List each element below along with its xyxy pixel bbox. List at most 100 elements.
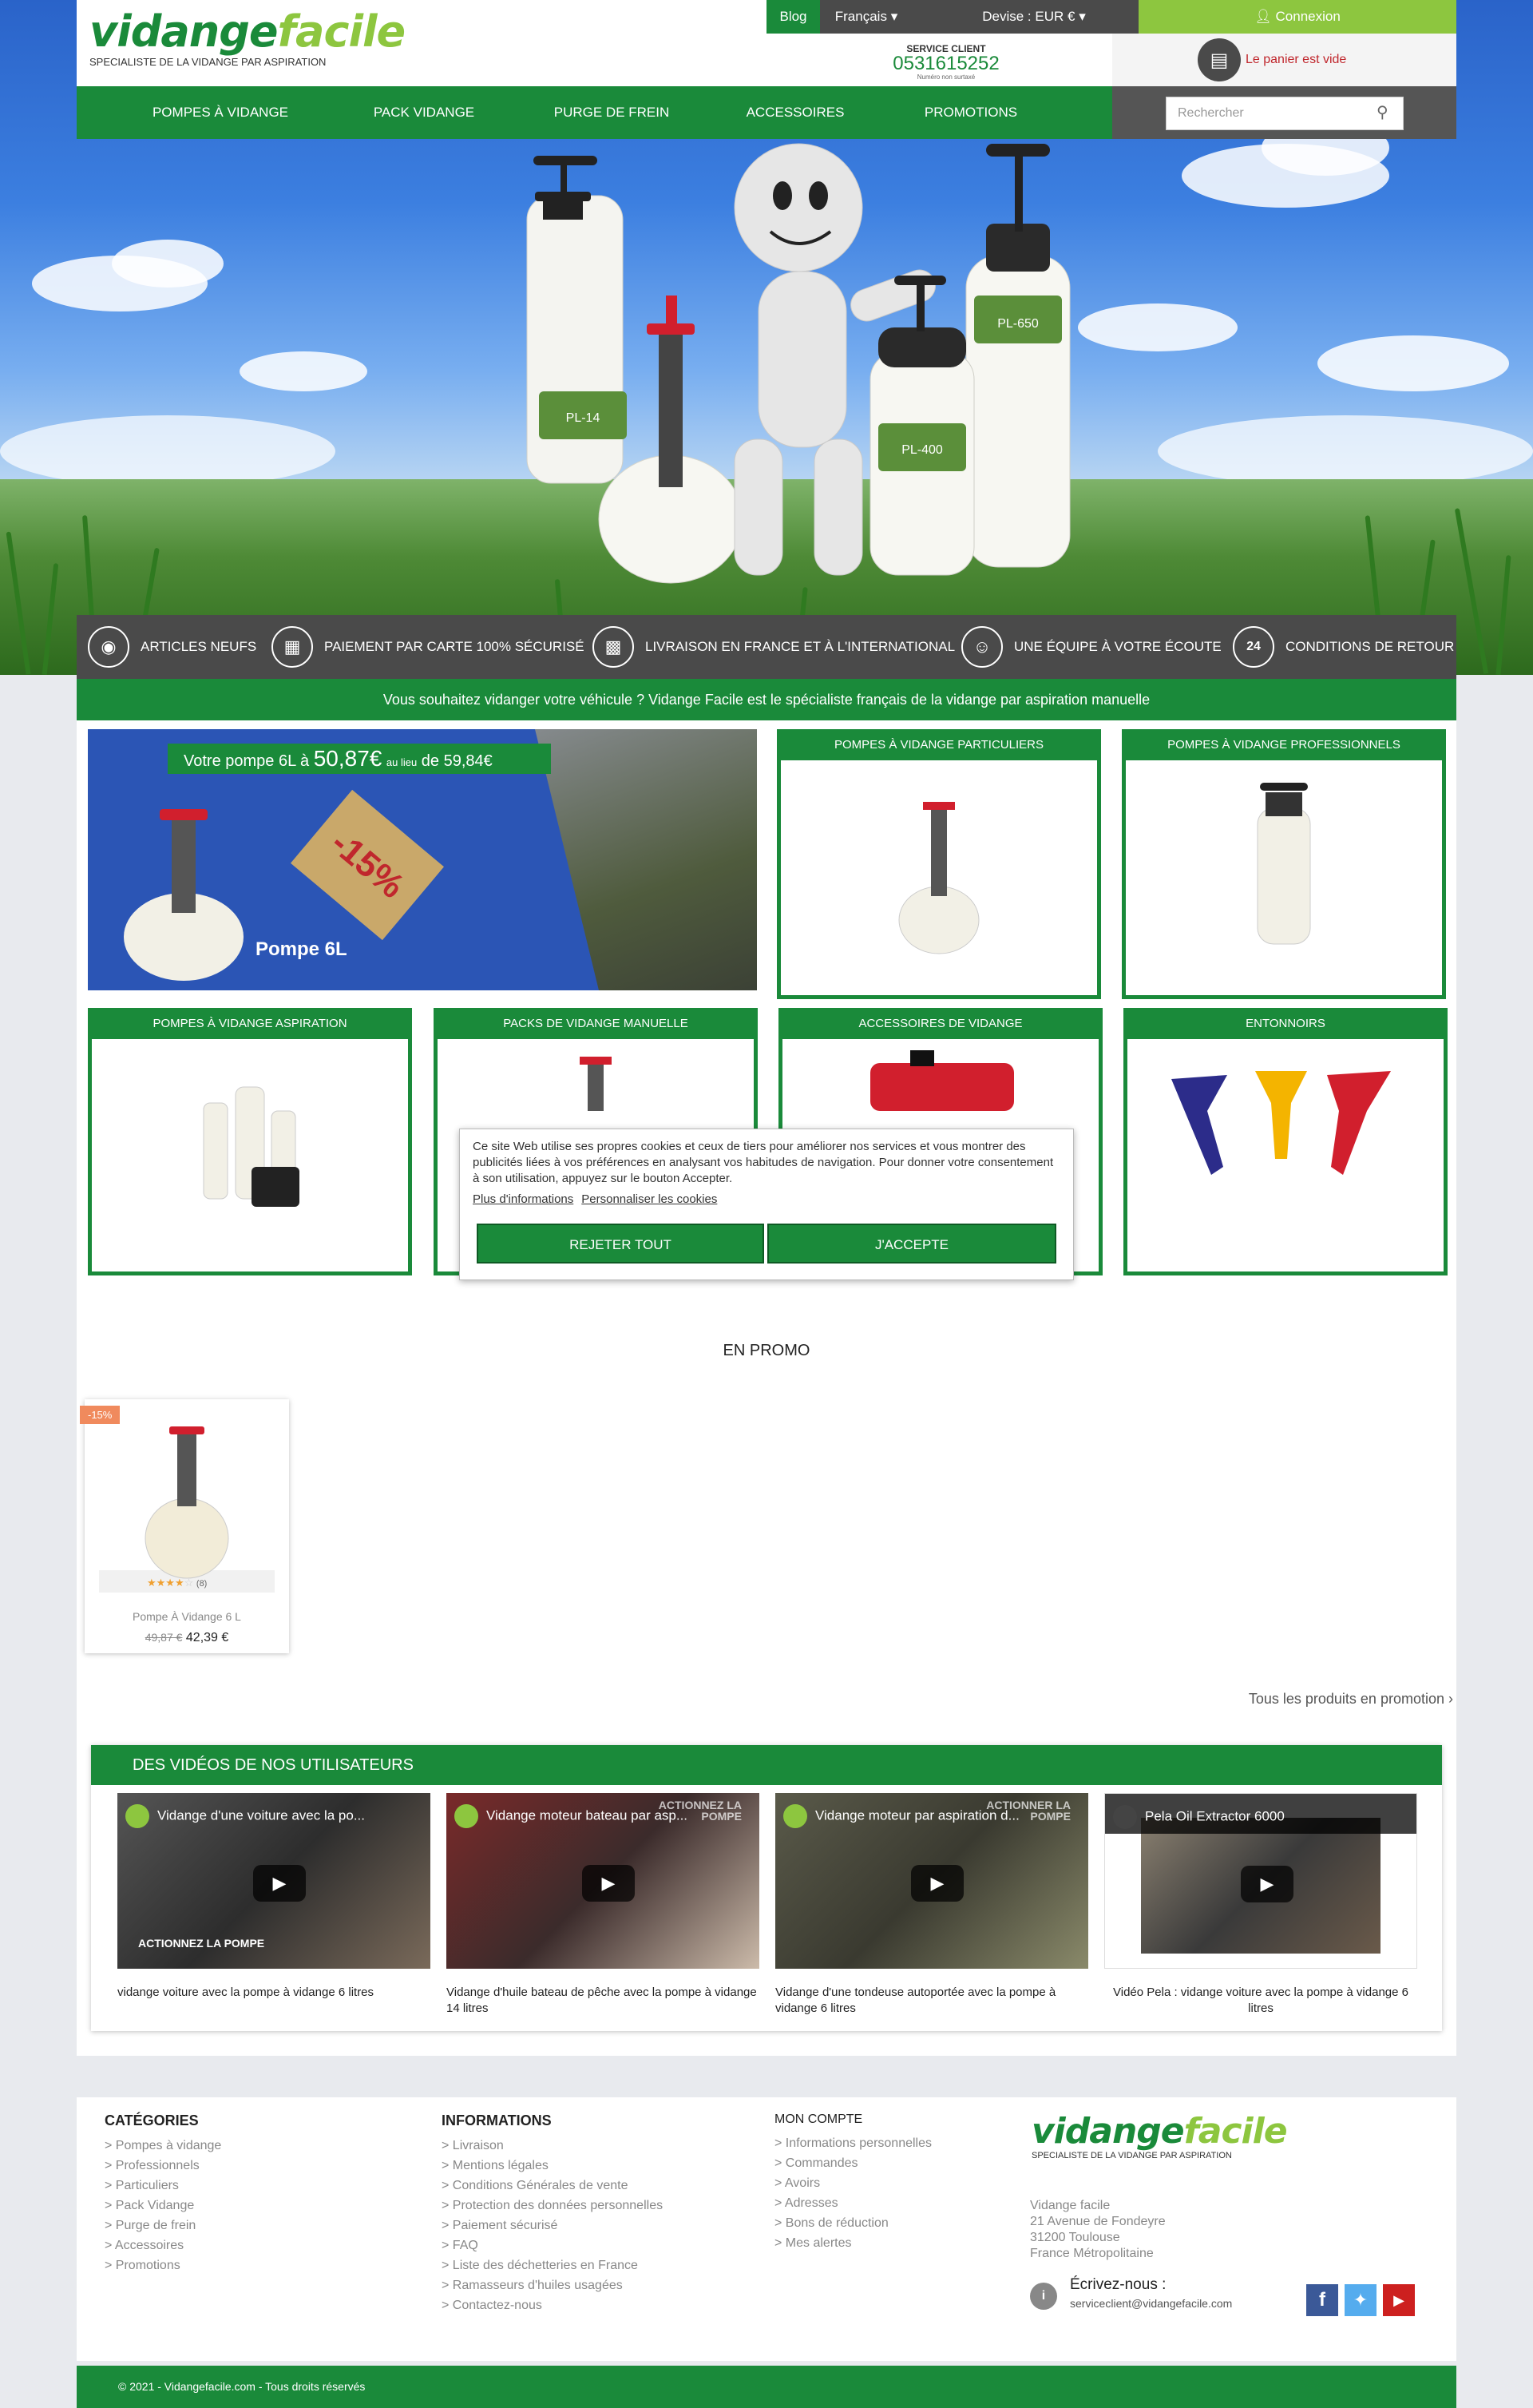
footer-link-item[interactable]: > Conditions Générales de vente xyxy=(442,2176,761,2196)
reassurance-bar: ◉ ARTICLES NEUFS ▦ PAIEMENT PAR CARTE 100%… xyxy=(77,615,1456,679)
video-title-text: Vidange d'une voiture avec la po... xyxy=(157,1807,366,1823)
cookie-more-info-link[interactable]: Plus d'informations xyxy=(473,1192,573,1206)
footer-link-item[interactable]: > FAQ xyxy=(442,2235,761,2255)
play-icon: ▶ xyxy=(911,1865,964,1902)
banner-price: 50,87€ xyxy=(313,746,382,771)
video-thumbnail[interactable]: Vidange d'une voiture avec la po... ▶ AC… xyxy=(117,1793,430,1969)
contact-email-link[interactable]: serviceclient@vidangefacile.com xyxy=(1070,2297,1232,2310)
product-price: 49,87 € 42,39 € xyxy=(85,1631,289,1645)
banner-price-strip: Votre pompe 6L à 50,87€ au lieu de 59,84… xyxy=(168,744,551,774)
promo-section-title: EN PROMO xyxy=(723,1342,810,1359)
chevron-right-icon: › xyxy=(1448,1691,1453,1707)
cookie-customize-link[interactable]: Personnaliser les cookies xyxy=(581,1192,717,1206)
footer-link-item[interactable]: > Professionnels xyxy=(105,2156,408,2176)
chevron-down-icon: ▾ xyxy=(890,9,898,24)
footer-col-title: MON COMPTE xyxy=(774,2112,863,2126)
headset-icon: ☺ xyxy=(961,626,1003,668)
reassurance-item: ▦ PAIEMENT PAR CARTE 100% SÉCURISÉ xyxy=(271,615,584,679)
nav-pompes[interactable]: POMPES À VIDANGE xyxy=(133,86,308,139)
footer-link-label: Liste des déchetteries en France xyxy=(452,2259,638,2272)
footer-link-item[interactable]: > Avoirs xyxy=(774,2173,1014,2193)
footer-col-title: CATÉGORIES xyxy=(105,2112,199,2128)
footer-link-item[interactable]: > Mes alertes xyxy=(774,2233,1014,2253)
category-image xyxy=(898,802,980,954)
reassurance-item: 24 CONDITIONS DE RETOUR xyxy=(1233,615,1454,679)
cookie-accept-button[interactable]: J'ACCEPTE xyxy=(767,1224,1056,1264)
chevron-down-icon: ▾ xyxy=(1079,9,1086,24)
cart-button[interactable]: ▤ Le panier est vide xyxy=(1198,38,1437,81)
footer-link-item[interactable]: > Commandes xyxy=(774,2153,1014,2173)
video-thumbnail[interactable]: Vidange moteur par aspiration d... ACTIO… xyxy=(775,1793,1088,1969)
nav-accessoires[interactable]: ACCESSOIRES xyxy=(715,86,875,139)
footer-link-item[interactable]: > Promotions xyxy=(105,2255,408,2275)
play-icon: ▶ xyxy=(253,1865,306,1902)
nav-purge[interactable]: PURGE DE FREIN xyxy=(524,86,699,139)
footer-link-item[interactable]: > Pack Vidange xyxy=(105,2196,408,2216)
footer-link-item[interactable]: > Bons de réduction xyxy=(774,2213,1014,2233)
site-logo[interactable]: vidangefacile SPECIALISTE DE LA VIDANGE … xyxy=(89,10,406,81)
video-title: Vidange d'une voiture avec la po... xyxy=(125,1804,413,1828)
footer-link-item[interactable]: > Adresses xyxy=(774,2193,1014,2213)
footer-link-item[interactable]: > Liste des déchetteries en France xyxy=(442,2255,761,2275)
customer-service: SERVICE CLIENT 0531615252 Numéro non sur… xyxy=(854,43,1038,81)
currency-selector[interactable]: Devise : EUR € ▾ xyxy=(970,0,1098,34)
logo-main: vidange xyxy=(1032,2111,1185,2152)
nav-pack[interactable]: PACK VIDANGE xyxy=(340,86,508,139)
category-card[interactable]: POMPES À VIDANGE PROFESSIONNELS xyxy=(1122,729,1446,999)
footer-link-item[interactable]: > Livraison xyxy=(442,2136,761,2156)
youtube-icon[interactable]: ▶ xyxy=(1383,2284,1415,2316)
category-image xyxy=(1171,1071,1391,1175)
footer-link-item[interactable]: > Pompes à vidange xyxy=(105,2136,408,2156)
cookie-banner: Ce site Web utilise ses propres cookies … xyxy=(459,1129,1074,1280)
nav-promotions[interactable]: PROMOTIONS xyxy=(891,86,1051,139)
reassurance-item: ☺ UNE ÉQUIPE À VOTRE ÉCOUTE xyxy=(961,615,1222,679)
address-line: Vidange facile xyxy=(1030,2199,1111,2212)
reassurance-label: UNE ÉQUIPE À VOTRE ÉCOUTE xyxy=(1014,639,1222,654)
cookie-reject-button[interactable]: REJETER TOUT xyxy=(477,1224,764,1264)
category-title: POMPES À VIDANGE PROFESSIONNELS xyxy=(1126,733,1442,760)
twitter-icon[interactable]: ✦ xyxy=(1345,2284,1377,2316)
footer-link-item[interactable]: > Ramasseurs d'huiles usagées xyxy=(442,2275,761,2295)
footer-link-item[interactable]: > Informations personnelles xyxy=(774,2133,1014,2153)
old-price: 49,87 € xyxy=(145,1631,183,1644)
reassurance-item: ▩ LIVRAISON EN FRANCE ET À L'INTERNATIONA… xyxy=(592,615,955,679)
address-line: 21 Avenue de Fondeyre xyxy=(1030,2215,1166,2228)
footer-link-label: Ramasseurs d'huiles usagées xyxy=(452,2279,623,2292)
credit-card-icon: ▦ xyxy=(271,626,313,668)
category-card[interactable]: POMPES À VIDANGE ASPIRATION xyxy=(88,1008,412,1275)
category-title: PACKS DE VIDANGE MANUELLE xyxy=(438,1012,754,1039)
video-title: Pela Oil Extractor 6000 xyxy=(1113,1805,1400,1829)
footer-link-item[interactable]: > Accessoires xyxy=(105,2235,408,2255)
product-card[interactable]: -15% ★★★★☆ (8) Pompe À Vidange 6 L 49,87… xyxy=(80,1399,289,1653)
footer-link-label: Commandes xyxy=(785,2156,858,2170)
logo-tagline: SPECIALISTE DE LA VIDANGE PAR ASPIRATION xyxy=(89,56,327,68)
video-thumbnail[interactable]: Vidange moteur bateau par asp... ACTIONN… xyxy=(446,1793,759,1969)
search-input[interactable]: Rechercher xyxy=(1166,97,1404,130)
product-name: Pompe À Vidange 6 L xyxy=(133,1610,241,1623)
footer-link-item[interactable]: > Mentions légales xyxy=(442,2156,761,2176)
video-thumbnail[interactable]: Pela Oil Extractor 6000 ▶ xyxy=(1104,1793,1417,1969)
video-overlay: ACTIONNER LA POMPE xyxy=(986,1799,1071,1823)
language-label: Français xyxy=(834,9,887,24)
facebook-icon[interactable]: f xyxy=(1306,2284,1338,2316)
footer-link-item[interactable]: > Purge de frein xyxy=(105,2216,408,2235)
footer-categories: CATÉGORIES > Pompes à vidange > Professi… xyxy=(105,2112,408,2275)
blog-link[interactable]: Blog xyxy=(766,0,820,34)
medal-icon: ◉ xyxy=(88,626,129,668)
footer-link-label: Protection des données personnelles xyxy=(452,2199,664,2212)
footer-link-item[interactable]: > Protection des données personnelles xyxy=(442,2196,761,2216)
login-button[interactable]: 👤︎ Connexion xyxy=(1139,0,1456,34)
category-card[interactable]: ENTONNOIRS xyxy=(1123,1008,1448,1275)
footer-link-item[interactable]: > Contactez-nous xyxy=(442,2295,761,2315)
all-promos-link[interactable]: Tous les produits en promotion › xyxy=(1198,1691,1453,1708)
category-card[interactable]: POMPES À VIDANGE PARTICULIERS xyxy=(777,729,1101,999)
language-selector[interactable]: Français ▾ xyxy=(822,0,910,34)
search-icon[interactable]: ⚲ xyxy=(1377,102,1388,122)
channel-avatar xyxy=(1113,1805,1137,1829)
all-promos-label: Tous les produits en promotion xyxy=(1248,1691,1444,1707)
promo-banner[interactable]: Votre pompe 6L à 50,87€ au lieu de 59,84… xyxy=(88,729,757,990)
hero-pump-pl14: PL-14 xyxy=(526,156,627,484)
footer-link-item[interactable]: > Particuliers xyxy=(105,2176,408,2196)
footer-link-item[interactable]: > Paiement sécurisé xyxy=(442,2216,761,2235)
reassurance-label: ARTICLES NEUFS xyxy=(141,639,257,654)
